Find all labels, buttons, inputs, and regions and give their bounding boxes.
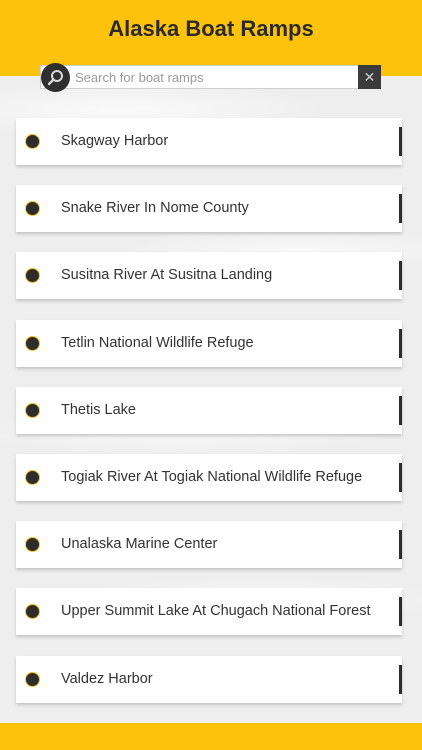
clear-search-button[interactable]: ✕	[358, 65, 381, 89]
item-accent-bar	[399, 597, 402, 627]
circle-bullet-icon	[25, 268, 40, 284]
item-accent-bar	[399, 328, 402, 358]
list-item[interactable]: Thetis Lake	[16, 386, 402, 434]
circle-bullet-icon	[25, 201, 40, 217]
ramp-name: Unalaska Marine Center	[61, 536, 218, 553]
item-accent-bar	[399, 664, 402, 694]
ramp-name: Snake River In Nome County	[61, 200, 249, 217]
ramp-name: Thetis Lake	[61, 401, 136, 418]
ramp-name: Tetlin National Wildlife Refuge	[61, 334, 254, 351]
item-accent-bar	[399, 127, 402, 156]
ramp-list: Skagway Harbor Snake River In Nome Count…	[16, 118, 402, 723]
list-item[interactable]: Upper Summit Lake At Chugach National Fo…	[16, 588, 402, 636]
ramp-name: Upper Summit Lake At Chugach National Fo…	[61, 603, 371, 620]
close-icon: ✕	[363, 69, 376, 85]
ramp-name: Susitna River At Susitna Landing	[61, 267, 273, 284]
list-item[interactable]: Skagway Harbor	[16, 118, 402, 165]
list-item[interactable]: Togiak River At Togiak National Wildlife…	[16, 453, 402, 501]
list-item[interactable]: Valdez Harbor	[16, 655, 402, 703]
ramp-name: Valdez Harbor	[61, 670, 153, 687]
circle-bullet-icon	[25, 134, 40, 149]
list-item[interactable]: Unalaska Marine Center	[16, 521, 402, 569]
search-icon[interactable]	[41, 63, 70, 92]
item-accent-bar	[399, 530, 402, 560]
item-accent-bar	[399, 395, 402, 425]
ramp-name: Togiak River At Togiak National Wildlife…	[61, 468, 363, 485]
item-accent-bar	[399, 261, 402, 291]
circle-bullet-icon	[25, 604, 40, 620]
circle-bullet-icon	[25, 469, 40, 485]
circle-bullet-icon	[25, 335, 40, 351]
circle-bullet-icon	[25, 402, 40, 418]
circle-bullet-icon	[25, 671, 40, 687]
app-footer	[0, 723, 422, 750]
circle-bullet-icon	[25, 537, 40, 553]
list-item[interactable]: Susitna River At Susitna Landing	[16, 252, 402, 300]
item-accent-bar	[399, 462, 402, 492]
list-item[interactable]: Snake River In Nome County	[16, 185, 402, 233]
search-input[interactable]	[75, 66, 355, 88]
app-title: Alaska Boat Ramps	[108, 16, 314, 41]
list-item[interactable]: Tetlin National Wildlife Refuge	[16, 319, 402, 367]
ramp-name: Skagway Harbor	[61, 133, 169, 149]
item-accent-bar	[399, 194, 402, 224]
